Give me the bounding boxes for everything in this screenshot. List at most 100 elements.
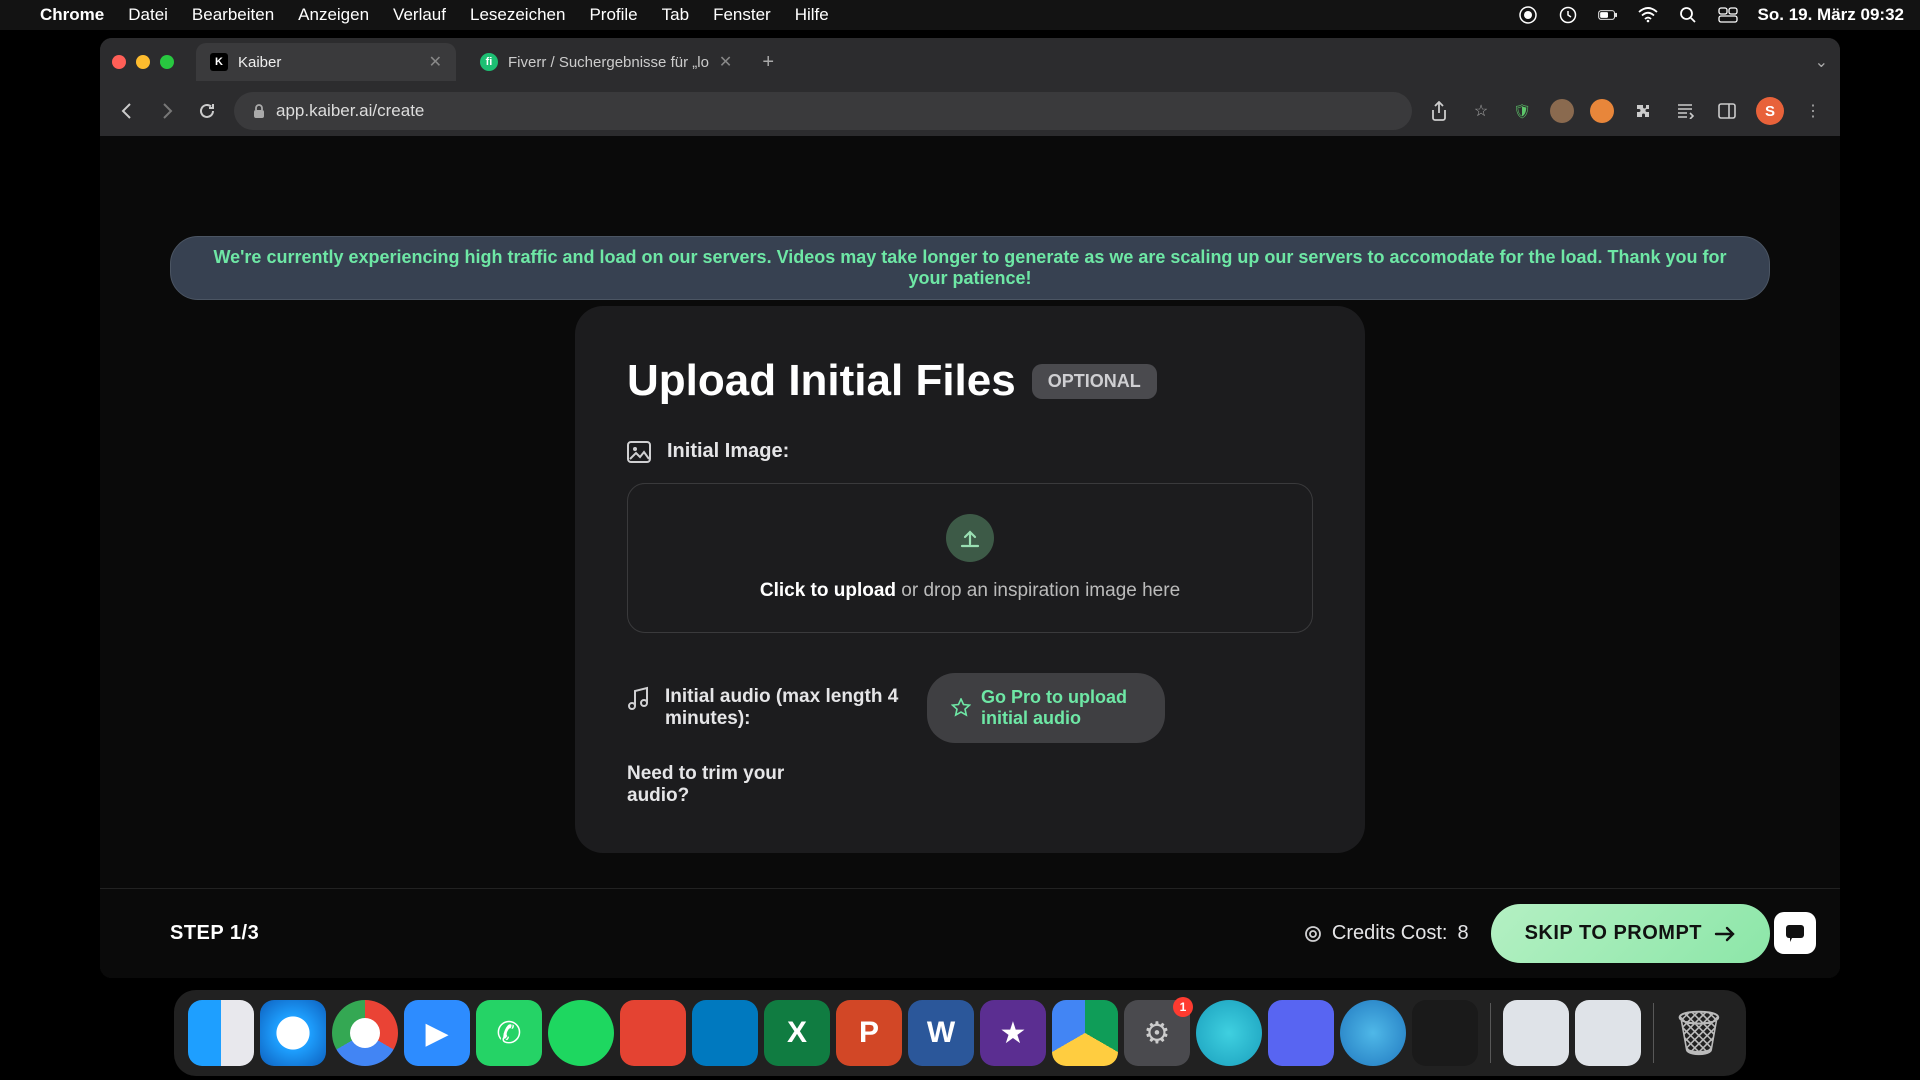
- dock-zoom[interactable]: ▶: [404, 1000, 470, 1066]
- control-center-icon[interactable]: [1718, 5, 1738, 25]
- credits-icon: [1304, 925, 1322, 943]
- settings-badge: 1: [1173, 997, 1193, 1017]
- side-panel-icon[interactable]: [1714, 98, 1740, 124]
- alert-text: We're currently experiencing high traffi…: [213, 247, 1726, 288]
- tab-close-icon[interactable]: ✕: [429, 52, 442, 72]
- chrome-menu-icon[interactable]: ⋮: [1800, 98, 1826, 124]
- skip-to-prompt-button[interactable]: SKIP TO PROMPT: [1491, 904, 1770, 963]
- chrome-tabbar: K Kaiber ✕ fi Fiverr / Suchergebnisse fü…: [100, 38, 1840, 86]
- music-icon: [627, 686, 649, 730]
- initial-audio-label-row: Initial audio (max length 4 minutes):: [627, 686, 907, 730]
- card-title: Upload Initial Files: [627, 356, 1016, 406]
- dock-recent-2[interactable]: [1575, 1000, 1641, 1066]
- initial-audio-label: Initial audio (max length 4 minutes):: [665, 686, 907, 730]
- page-content: We're currently experiencing high traffi…: [100, 136, 1840, 978]
- record-icon[interactable]: [1518, 5, 1538, 25]
- clock-icon[interactable]: [1558, 5, 1578, 25]
- reload-button[interactable]: [194, 98, 220, 124]
- battery-icon[interactable]: [1598, 5, 1618, 25]
- tab-favicon: fi: [480, 53, 498, 71]
- initial-image-label: Initial Image:: [667, 440, 789, 463]
- dock-finder[interactable]: [188, 1000, 254, 1066]
- lock-icon: [252, 103, 266, 119]
- dock-settings[interactable]: ⚙1: [1124, 1000, 1190, 1066]
- menu-hilfe[interactable]: Hilfe: [795, 5, 829, 25]
- tab-title: Kaiber: [238, 54, 281, 71]
- extensions-puzzle-icon[interactable]: [1630, 98, 1656, 124]
- dock-quicktime[interactable]: [1340, 1000, 1406, 1066]
- dock-trash[interactable]: 🗑: [1666, 1000, 1732, 1066]
- trim-audio-link[interactable]: Need to trim your audio?: [627, 763, 787, 807]
- menubar-app-name[interactable]: Chrome: [40, 5, 104, 25]
- wizard-footer: STEP 1/3 Credits Cost: 8 SKIP TO PROMPT: [100, 888, 1840, 978]
- upload-card: Upload Initial Files OPTIONAL Initial Im…: [575, 306, 1365, 853]
- menu-anzeigen[interactable]: Anzeigen: [298, 5, 369, 25]
- tab-close-icon[interactable]: ✕: [719, 52, 732, 72]
- go-pro-label: Go Pro to upload initial audio: [981, 687, 1141, 729]
- extension-icon-1[interactable]: [1550, 99, 1574, 123]
- menubar-datetime[interactable]: So. 19. März 09:32: [1758, 5, 1904, 25]
- window-close[interactable]: [112, 55, 126, 69]
- go-pro-button[interactable]: Go Pro to upload initial audio: [927, 673, 1165, 743]
- menu-profile[interactable]: Profile: [589, 5, 637, 25]
- search-icon[interactable]: [1678, 5, 1698, 25]
- image-upload-dropzone[interactable]: Click to upload or drop an inspiration i…: [627, 483, 1313, 633]
- menu-verlauf[interactable]: Verlauf: [393, 5, 446, 25]
- dock-word[interactable]: W: [908, 1000, 974, 1066]
- chat-widget-button[interactable]: [1774, 912, 1816, 954]
- menu-fenster[interactable]: Fenster: [713, 5, 771, 25]
- dock-todoist[interactable]: [620, 1000, 686, 1066]
- menu-datei[interactable]: Datei: [128, 5, 168, 25]
- step-indicator: STEP 1/3: [170, 922, 259, 945]
- tab-kaiber[interactable]: K Kaiber ✕: [196, 43, 456, 81]
- extension-icon-2[interactable]: [1590, 99, 1614, 123]
- tabs-dropdown-icon[interactable]: ⌄: [1815, 52, 1828, 72]
- skip-label: SKIP TO PROMPT: [1525, 922, 1702, 945]
- menu-tab[interactable]: Tab: [662, 5, 689, 25]
- dock-discord[interactable]: [1268, 1000, 1334, 1066]
- dock-drive[interactable]: [1052, 1000, 1118, 1066]
- tab-title: Fiverr / Suchergebnisse für „lo: [508, 54, 709, 71]
- dock-excel[interactable]: X: [764, 1000, 830, 1066]
- profile-avatar[interactable]: S: [1756, 97, 1784, 125]
- back-button[interactable]: [114, 98, 140, 124]
- dock-safari[interactable]: [260, 1000, 326, 1066]
- optional-badge: OPTIONAL: [1032, 364, 1157, 399]
- dock-powerpoint[interactable]: P: [836, 1000, 902, 1066]
- dock-audio-app[interactable]: [1412, 1000, 1478, 1066]
- traffic-alert-banner: We're currently experiencing high traffi…: [170, 236, 1770, 300]
- credits-cost: Credits Cost: 8: [1304, 922, 1469, 945]
- dock-siri[interactable]: [1196, 1000, 1262, 1066]
- arrow-right-icon: [1714, 925, 1736, 943]
- dock-chrome[interactable]: [332, 1000, 398, 1066]
- menu-lesezeichen[interactable]: Lesezeichen: [470, 5, 565, 25]
- dock-whatsapp[interactable]: ✆: [476, 1000, 542, 1066]
- share-icon[interactable]: [1426, 98, 1452, 124]
- bookmark-star-icon[interactable]: ☆: [1468, 98, 1494, 124]
- window-minimize[interactable]: [136, 55, 150, 69]
- url-text: app.kaiber.ai/create: [276, 101, 424, 121]
- wifi-icon[interactable]: [1638, 5, 1658, 25]
- window-maximize[interactable]: [160, 55, 174, 69]
- dock-trello[interactable]: [692, 1000, 758, 1066]
- chrome-toolbar: app.kaiber.ai/create ☆ 🛡 S ⋮: [100, 86, 1840, 136]
- macos-menubar: Chrome Datei Bearbeiten Anzeigen Verlauf…: [0, 0, 1920, 30]
- dock-separator: [1653, 1003, 1654, 1063]
- star-icon: [951, 698, 971, 718]
- dock-imovie[interactable]: ★: [980, 1000, 1046, 1066]
- reading-list-icon[interactable]: [1672, 98, 1698, 124]
- dock-recent-1[interactable]: [1503, 1000, 1569, 1066]
- extension-shield-icon[interactable]: 🛡: [1510, 99, 1534, 123]
- chrome-window: K Kaiber ✕ fi Fiverr / Suchergebnisse fü…: [100, 38, 1840, 978]
- image-icon: [627, 441, 651, 463]
- forward-button[interactable]: [154, 98, 180, 124]
- dock-spotify[interactable]: [548, 1000, 614, 1066]
- menu-bearbeiten[interactable]: Bearbeiten: [192, 5, 274, 25]
- macos-dock: ▶ ✆ X P W ★ ⚙1 🗑: [174, 990, 1746, 1076]
- window-controls: [112, 55, 174, 69]
- address-bar[interactable]: app.kaiber.ai/create: [234, 92, 1412, 130]
- tab-fiverr[interactable]: fi Fiverr / Suchergebnisse für „lo ✕: [466, 43, 746, 81]
- upload-text: Click to upload or drop an inspiration i…: [760, 580, 1180, 602]
- upload-icon: [946, 514, 994, 562]
- new-tab-button[interactable]: +: [756, 51, 780, 74]
